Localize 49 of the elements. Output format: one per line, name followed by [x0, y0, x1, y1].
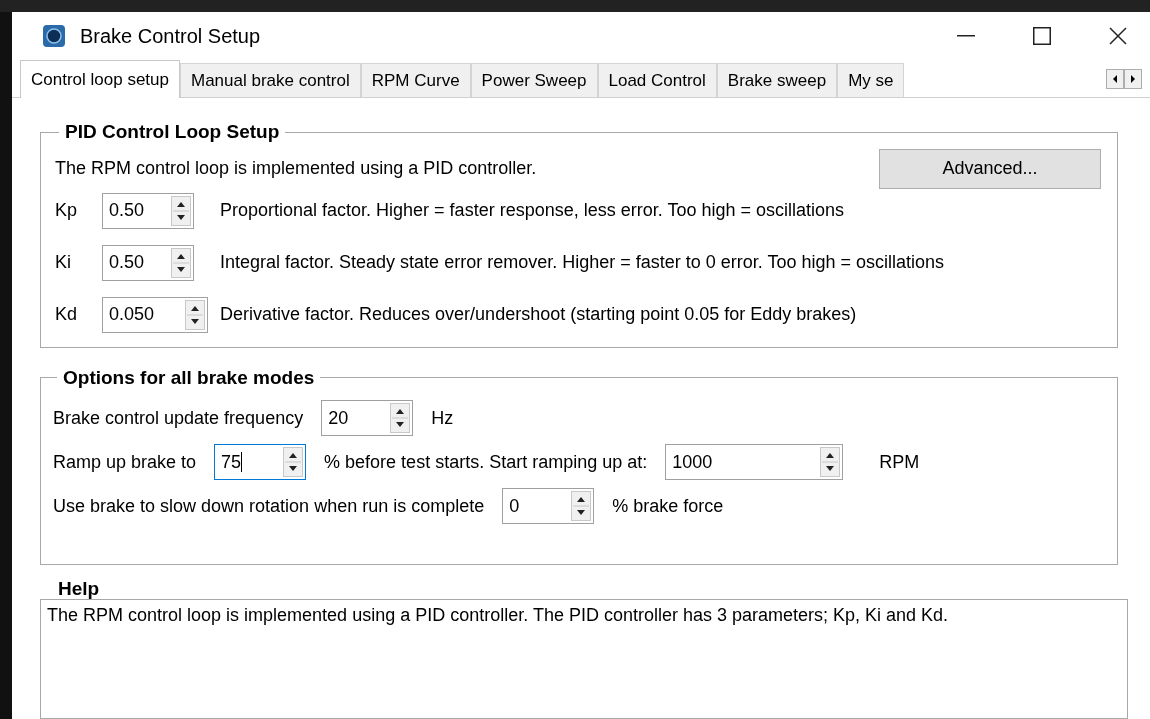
parameter-label: Kp [55, 199, 79, 222]
parameter-description: Proportional factor. Higher = faster response, less error. Too high = oscillations [220, 199, 844, 222]
number-field[interactable]: 0.050 [102, 296, 208, 333]
parameter-description: Integral factor. Steady state error remover. Higher = faster to 0 error. Too high = oscillations [220, 251, 945, 274]
number-field[interactable]: 1000 [665, 444, 844, 480]
parameter-label: Ki [55, 251, 72, 274]
scroll-left-button[interactable] [1106, 69, 1124, 89]
option-label: Use brake to slow down rotation when run is complete [53, 494, 485, 518]
number-field[interactable]: 0 [502, 488, 595, 524]
option-unit: Hz [431, 406, 454, 430]
minimize-icon [957, 35, 975, 37]
right-arrow-icon [1130, 75, 1136, 83]
advanced-button[interactable]: Advanced... [879, 148, 1101, 189]
option-unit: % brake force [612, 494, 724, 518]
spinner-arrows-icon[interactable] [390, 403, 411, 433]
tab[interactable]: Manual brake control [180, 63, 361, 97]
spinner-arrows-icon[interactable] [171, 195, 191, 226]
tab[interactable]: Control loop setup [20, 60, 180, 98]
help-text: The RPM control loop is implemented using a PID controller. The PID controller has 3 parameters; Kp, Ki and Kd. [47, 605, 949, 625]
tab[interactable]: My se [837, 63, 905, 97]
number-field[interactable]: 20 [321, 400, 414, 436]
option-label: Brake control update frequency [53, 406, 304, 430]
option-unit: % before test starts. Start ramping up at: [324, 450, 648, 474]
number-field[interactable]: 0.50 [102, 192, 194, 229]
close-icon [1109, 27, 1127, 45]
tab[interactable]: Load Control [597, 63, 717, 97]
tab[interactable]: RPM Curve [360, 63, 471, 97]
app-icon [42, 24, 66, 48]
window-title: Brake Control Setup [80, 24, 261, 49]
number-field[interactable]: 75 [214, 444, 307, 480]
tab[interactable]: Power Sweep [470, 63, 598, 97]
left-arrow-icon [1112, 75, 1118, 83]
intro-text: The RPM control loop is implemented using a PID controller. [55, 157, 537, 180]
parameter-description: Derivative factor. Reduces over/undershoot (starting point 0.05 for Eddy brakes) [220, 303, 857, 326]
group-title: PID Control Loop Setup [64, 120, 281, 144]
tab[interactable]: Brake sweep [716, 63, 838, 97]
option-label: Ramp up brake to [53, 450, 197, 474]
parameter-label: Kd [55, 303, 79, 326]
option-unit: RPM [879, 450, 920, 474]
spinner-arrows-icon[interactable] [283, 447, 304, 477]
scroll-right-button[interactable] [1124, 69, 1142, 89]
spinner-arrows-icon[interactable] [185, 299, 205, 330]
spinner-arrows-icon[interactable] [171, 247, 191, 278]
group-title: Options for all brake modes [62, 365, 316, 390]
spinner-arrows-icon[interactable] [571, 491, 592, 521]
number-field[interactable]: 0.50 [102, 244, 194, 281]
spinner-arrows-icon[interactable] [820, 447, 841, 477]
help-title: Help [58, 579, 101, 599]
maximize-icon [1033, 27, 1051, 45]
